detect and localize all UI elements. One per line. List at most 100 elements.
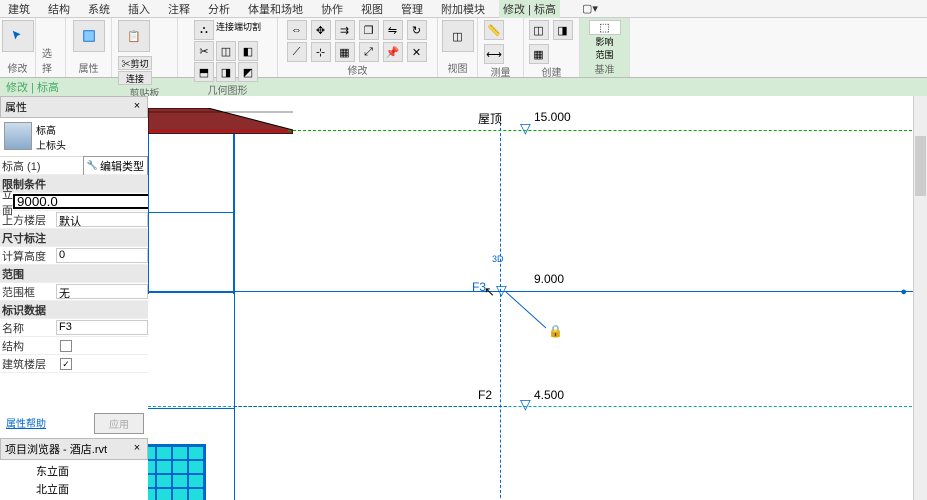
level-elevation[interactable]: 9.000	[534, 272, 564, 286]
pin-icon[interactable]: 📌	[383, 42, 403, 62]
paste-icon[interactable]: 📋	[118, 20, 150, 52]
prop-value[interactable]: 默认	[56, 212, 148, 227]
menu-item[interactable]: 协作	[317, 0, 347, 18]
array-icon[interactable]: ▦	[335, 42, 355, 62]
building-story-checkbox[interactable]	[60, 358, 72, 370]
ribbon-toggle-icon[interactable]: ▢▾	[578, 1, 602, 16]
ribbon-group-label: 修改	[348, 62, 368, 77]
tree-item[interactable]: 北立面	[2, 480, 146, 498]
menu-item[interactable]: 系统	[84, 0, 114, 18]
lock-icon[interactable]: 🔒	[548, 324, 563, 338]
level-name[interactable]: F2	[478, 388, 492, 402]
properties-icon[interactable]	[73, 20, 105, 52]
dim-icon[interactable]: ⟷	[484, 44, 504, 64]
measure-icon[interactable]: 📏	[484, 20, 504, 40]
create-icon[interactable]: ▦	[529, 44, 549, 64]
cope-label: 连接端切割	[216, 20, 261, 40]
cut-geo-icon[interactable]: ✂	[194, 41, 214, 61]
type-selector[interactable]: 标高 上标头	[36, 122, 66, 152]
floor-line[interactable]	[148, 212, 234, 213]
prop-key: 范围框	[0, 284, 56, 300]
menu-item[interactable]: 建筑	[4, 0, 34, 18]
project-browser-tree: 东立面北立面南立面西立面-图例+明细表/数量-图纸 (全部)001 - 总平面图…	[0, 460, 148, 500]
instance-filter[interactable]: 标高 (1)	[0, 158, 66, 174]
prop-key: 结构	[0, 338, 56, 354]
trim-icon[interactable]: ⟋	[287, 42, 307, 62]
3d-extent-icon[interactable]: 3D	[492, 254, 504, 264]
vertical-scrollbar[interactable]	[913, 96, 927, 500]
drag-handle[interactable]	[506, 292, 550, 332]
align-icon[interactable]: ⇔	[287, 20, 307, 40]
cut-icon[interactable]: ✂剪切	[118, 56, 152, 70]
propagate-extents-icon[interactable]: ⬚	[589, 20, 621, 35]
curtain-panel-preview[interactable]	[148, 444, 206, 500]
prop-value[interactable]: 无	[56, 284, 148, 299]
tree-item[interactable]: 东立面	[2, 462, 146, 480]
extent-label: 影响 范围	[595, 35, 613, 61]
copy-icon[interactable]: ❐	[359, 20, 379, 40]
view-icon[interactable]: ◫	[442, 20, 474, 52]
rotate-icon[interactable]: ↻	[407, 20, 427, 40]
level-elevation[interactable]: 4.500	[534, 388, 564, 402]
join-icon[interactable]: 连接	[118, 71, 152, 85]
apply-button[interactable]: 应用	[94, 413, 144, 434]
join-geo-icon[interactable]: ⬒	[194, 62, 214, 82]
tree-label: 北立面	[36, 484, 69, 496]
wall-geometry[interactable]	[148, 134, 234, 294]
ribbon-group-label: 属性	[79, 60, 99, 75]
drawing-canvas[interactable]: 屋顶 15.000 ▽ F3 ↖ ▽ 9.000 3D 🔒 ● F2 4.50	[148, 96, 927, 500]
geo-icon[interactable]: ◧	[238, 41, 258, 61]
cursor-icon: ↖	[484, 284, 495, 300]
floor-line[interactable]	[148, 292, 234, 293]
geo-icon[interactable]: ◩	[238, 62, 258, 82]
move-icon[interactable]: ✥	[311, 20, 331, 40]
menu-item[interactable]: 注释	[164, 0, 194, 18]
level-marker-icon[interactable]: ▽	[520, 396, 531, 413]
level-name[interactable]: 屋顶	[478, 110, 502, 127]
menu-item[interactable]: 分析	[204, 0, 234, 18]
ribbon-group-label: 几何图形	[208, 82, 248, 97]
delete-icon[interactable]: ✕	[407, 42, 427, 62]
menu-item[interactable]: 结构	[44, 0, 74, 18]
structural-checkbox[interactable]	[60, 340, 72, 352]
prop-key: 计算高度	[0, 248, 56, 264]
prop-value[interactable]: 0	[56, 248, 148, 263]
floor-line[interactable]	[148, 408, 234, 409]
scale-icon[interactable]: ⤢	[359, 42, 379, 62]
mirror-icon[interactable]: ⇋	[383, 20, 403, 40]
tree-label: 东立面	[36, 466, 69, 478]
prop-value[interactable]: F3	[56, 320, 148, 335]
menu-item[interactable]: 视图	[357, 0, 387, 18]
geo-icon[interactable]: ◨	[216, 62, 236, 82]
create-icon[interactable]: ◨	[553, 20, 573, 40]
menu-item-active[interactable]: 修改 | 标高	[499, 0, 560, 18]
ribbon-group-label: 修改	[8, 60, 28, 75]
properties-help-link[interactable]: 属性帮助	[4, 413, 48, 434]
browser-panel-header: 项目浏览器 - 酒店.rvt ×	[0, 438, 148, 460]
menu-item[interactable]: 附加模块	[437, 0, 489, 18]
level-marker-icon[interactable]: ▽	[520, 120, 531, 137]
ribbon-group-label: 选择	[42, 45, 59, 75]
scrollbar-thumb[interactable]	[915, 136, 926, 196]
level-type-icon[interactable]	[4, 122, 32, 150]
geo-icon[interactable]: ◫	[216, 41, 236, 61]
wall-edge[interactable]	[234, 134, 235, 500]
drag-dot-icon[interactable]: ●	[900, 286, 907, 298]
prop-key: 上方楼层	[0, 212, 56, 228]
ribbon-group-label: 视图	[448, 60, 468, 75]
ribbon-group-label: 测量	[491, 64, 511, 79]
properties-panel-header: 属性 ×	[0, 96, 148, 118]
menu-item[interactable]: 插入	[124, 0, 154, 18]
split-icon[interactable]: ⊹	[311, 42, 331, 62]
close-icon[interactable]: ×	[131, 101, 143, 113]
prop-key: 名称	[0, 320, 56, 336]
close-icon[interactable]: ×	[131, 443, 143, 455]
menu-item[interactable]: 管理	[397, 0, 427, 18]
menu-item[interactable]: 体量和场地	[244, 0, 307, 18]
modify-tool-icon[interactable]	[2, 20, 34, 52]
create-icon[interactable]: ◫	[529, 20, 549, 40]
edit-type-button[interactable]: 🔧编辑类型	[83, 156, 148, 176]
level-elevation[interactable]: 15.000	[534, 110, 571, 124]
offset-icon[interactable]: ⇉	[335, 20, 355, 40]
cope-icon[interactable]: ⛬	[194, 20, 214, 40]
